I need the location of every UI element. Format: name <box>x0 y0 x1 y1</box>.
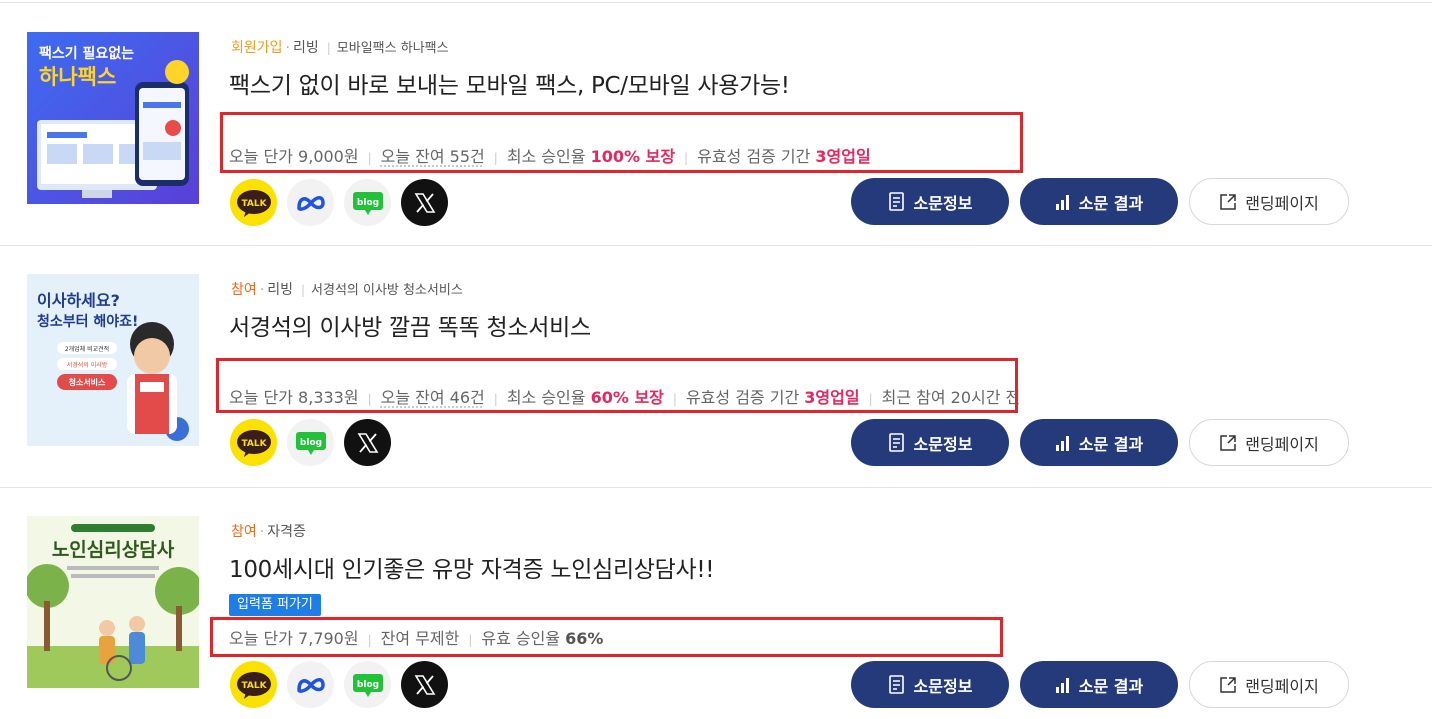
landing-page-label: 랜딩페이지 <box>1245 676 1319 696</box>
meta-icon[interactable] <box>287 661 334 708</box>
campaign-title[interactable]: 100세시대 인기좋은 유망 자격증 노인심리상담사!! <box>229 550 715 584</box>
x-icon[interactable] <box>401 661 448 708</box>
svg-text:TALK: TALK <box>241 681 267 691</box>
landing-page-button[interactable]: 랜딩페이지 <box>1189 661 1349 708</box>
blog-icon[interactable]: blog <box>344 661 391 708</box>
share-icons: TALK blog <box>230 661 448 708</box>
kakao-talk-icon[interactable]: TALK <box>230 661 277 708</box>
result-button-label: 소문 결과 <box>1078 676 1144 696</box>
bar-chart-icon <box>1055 677 1069 693</box>
document-icon <box>888 674 904 694</box>
external-link-icon <box>1220 676 1236 693</box>
thumbnail-text: 노인심리상담사 <box>52 539 175 561</box>
category-sub: 자격증 <box>267 524 306 540</box>
action-buttons: 소문정보 소문 결과 랜딩페이지 <box>851 661 1349 708</box>
campaign-item: 노인심리상담사 참여 · 자격증 100세시대 인기좋은 유망 자격증 노인심리상담… <box>0 0 1432 719</box>
info-button[interactable]: 소문정보 <box>851 661 1009 708</box>
campaign-category: 참여 · 자격증 <box>231 524 306 540</box>
result-button[interactable]: 소문 결과 <box>1020 661 1178 708</box>
highlight-box <box>210 617 1003 657</box>
category-type: 참여 <box>231 524 257 540</box>
info-button-label: 소문정보 <box>913 676 973 696</box>
svg-text:blog: blog <box>356 680 378 690</box>
form-share-badge[interactable]: 입력폼 퍼가기 <box>229 594 321 616</box>
campaign-thumbnail[interactable]: 노인심리상담사 <box>27 516 199 688</box>
